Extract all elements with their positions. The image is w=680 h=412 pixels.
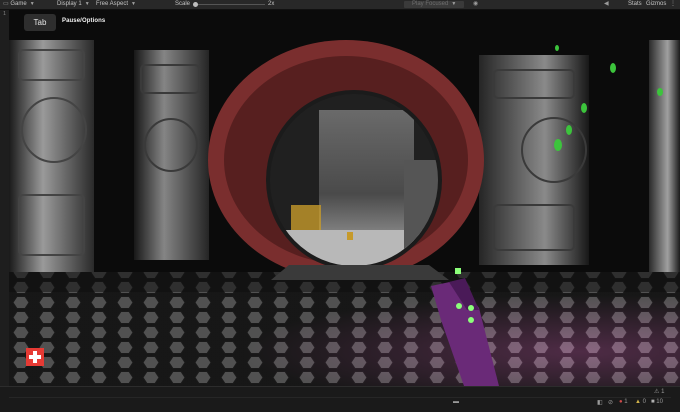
left-wall-panel [9, 40, 94, 280]
error-icon: ● [619, 399, 623, 405]
chevron-down-icon: ▼ [29, 1, 35, 7]
tab-key-hint: Tab [24, 14, 56, 31]
right-wall-panel [649, 40, 680, 280]
play-mode-dropdown[interactable]: Play Focused ▼ [404, 1, 464, 8]
display-dropdown-label: Display 1 [57, 1, 82, 7]
status-divider [9, 397, 671, 398]
info-filter[interactable]: ■ 10 [651, 399, 663, 405]
game-icon: ▭ [3, 1, 9, 7]
scale-label: Scale [175, 1, 191, 7]
aspect-dropdown-label: Free Aspect [96, 1, 129, 7]
mute-audio-icon[interactable]: ◉ [473, 0, 478, 9]
game-view-toolbar: ▭ Game ▼ Display 1 ▼ Free Aspect ▼ Scale 2x… [0, 0, 680, 10]
alert-icon: ⚠ [654, 389, 660, 395]
right-mid-wall-panel [479, 55, 589, 265]
warning-icon: ▲ [635, 399, 641, 405]
left-mid-wall-panel [134, 50, 209, 260]
scroll-handle-icon[interactable]: ▬ [453, 399, 459, 405]
aspect-dropdown[interactable]: Free Aspect ▼ [96, 0, 136, 9]
tab-key-label: Tab [33, 18, 47, 27]
warnings-filter-count: 0 [642, 399, 646, 405]
game-scene [9, 10, 680, 386]
view-dropdown[interactable]: ▭ Game ▼ [3, 0, 35, 9]
display-dropdown[interactable]: Display 1 ▼ [57, 0, 90, 9]
scale-slider-track[interactable] [195, 4, 265, 5]
error-count-value: 1 [661, 389, 665, 395]
errors-filter[interactable]: ● 1 [619, 399, 628, 405]
health-cross-icon [26, 348, 44, 366]
scale-value: 2x [268, 1, 275, 7]
chevron-down-icon: ▼ [131, 1, 136, 7]
gizmos-button[interactable]: Gizmos [646, 0, 666, 9]
info-filter-count: 10 [656, 399, 663, 405]
info-icon: ■ [651, 399, 655, 405]
game-viewport[interactable] [9, 10, 680, 386]
warnings-filter[interactable]: ▲ 0 [635, 399, 646, 405]
pause-options-hint: Pause/Options [62, 18, 106, 24]
chevron-down-icon: ▼ [84, 1, 90, 7]
left-gutter: 1 [0, 10, 9, 386]
view-dropdown-label: Game [10, 1, 27, 7]
collapse-icon[interactable]: ◧ [597, 399, 603, 406]
stats-button[interactable]: Stats [628, 0, 642, 9]
scale-slider-handle[interactable] [193, 2, 198, 7]
errors-filter-count: 1 [624, 399, 628, 405]
status-bar: ⚠ 1 ▬ ◧ ⊘ ● 1 ▲ 0 ■ 10 [0, 386, 680, 412]
gutter-marker-icon: 1 [3, 11, 6, 17]
chevron-down-icon: ▼ [451, 1, 457, 7]
more-options-icon[interactable]: ⋮ [670, 0, 676, 9]
play-mode-label: Play Focused [412, 1, 449, 7]
clear-icon[interactable]: ⊘ [608, 399, 613, 406]
speaker-icon[interactable]: ◀ [604, 0, 609, 9]
error-count[interactable]: ⚠ 1 [654, 388, 664, 395]
